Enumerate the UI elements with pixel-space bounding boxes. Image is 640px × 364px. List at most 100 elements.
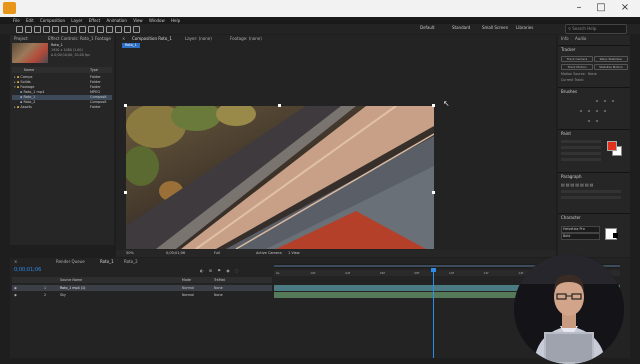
brush-tip[interactable] [604,110,606,112]
menu-view[interactable]: View [133,18,143,23]
maximize-icon[interactable]: □ [590,1,612,15]
selection-tool-icon[interactable] [16,26,23,33]
brush-tip[interactable] [588,110,590,112]
paint-flow-row[interactable] [561,146,601,149]
transform-handle[interactable] [432,191,435,194]
pan-behind-tool-icon[interactable] [61,26,68,33]
divider [558,45,630,46]
selected-item-name: Roto_1 [51,43,63,47]
hand-tool-icon[interactable] [25,26,32,33]
tab-info[interactable]: Info [561,36,569,41]
ruler-tick-label: 04f [345,271,351,275]
warp-stabilizer-button[interactable]: Warp Stabilizer [594,56,628,62]
eye-icon[interactable]: ◉ [14,292,17,298]
playhead[interactable] [433,270,434,358]
menu-effect[interactable]: Effect [89,18,101,23]
tab-footage[interactable]: Footage: (none) [230,36,262,41]
brush-tip[interactable] [588,120,590,122]
tab-timeline-roto-2[interactable]: Roto_2 [124,259,138,264]
magnification-dropdown[interactable]: 50% [126,250,134,257]
track-camera-button[interactable]: Track Camera [561,56,593,62]
camera-dropdown[interactable]: Active Camera [256,250,282,257]
clone-tool-icon[interactable] [106,26,113,33]
webcam-overlay [514,254,624,364]
menu-animation[interactable]: Animation [107,18,127,23]
timeline-switches-icons[interactable]: ◐ ⊞ ⚑ ◉ ◌ [200,268,241,273]
transform-handle[interactable] [124,191,127,194]
ruler-tick-label: 12f [483,271,489,275]
character-stroke-color-swatch[interactable] [613,233,618,238]
menu-help[interactable]: Help [171,18,180,23]
tab-audio[interactable]: Audio [575,36,586,41]
menu-window[interactable]: Window [149,18,165,23]
timeline-current-time[interactable]: 0;00;01;06 [14,267,41,273]
close-comp-tab-icon[interactable]: × [122,36,125,41]
comp-breadcrumb[interactable]: Roto_1 [122,43,140,48]
font-style-dropdown[interactable]: Bold [561,233,600,240]
list-item[interactable]: ▸ ▪ Assets Folder [12,105,112,110]
workspace-default[interactable]: Default [420,25,435,30]
type-tool-icon[interactable] [88,26,95,33]
close-timeline-tab-icon[interactable]: × [14,259,17,264]
transform-handle[interactable] [278,104,281,107]
menu-edit[interactable]: Edit [26,18,34,23]
menu-composition[interactable]: Composition [40,18,65,23]
resolution-dropdown[interactable]: Full [214,250,220,257]
menu-layer[interactable]: Layer [71,18,82,23]
puppet-tool-icon[interactable] [133,26,140,33]
rotate-tool-icon[interactable] [43,26,50,33]
tools-toolbar [0,24,640,34]
brush-tip[interactable] [612,100,614,102]
viewer-timecode[interactable]: 0;00;01;06 [166,250,185,257]
paragraph-spacing-row[interactable] [561,196,621,199]
paint-opacity-row[interactable] [561,140,601,143]
tab-project[interactable]: Project [14,36,28,41]
track-motion-button[interactable]: Track Motion [561,64,593,70]
workspace-small-screen[interactable]: Small Screen [482,25,508,30]
workspace-libraries[interactable]: Libraries [516,25,533,30]
pen-tool-icon[interactable] [79,26,86,33]
menu-bar: File Edit Composition Layer Effect Anima… [0,17,640,24]
motion-source-dropdown[interactable]: None [588,72,597,76]
tab-render-queue[interactable]: Render Queue [56,259,85,264]
paragraph-indent-row[interactable] [561,190,621,193]
transform-handle[interactable] [432,104,435,107]
brush-tip[interactable] [596,100,598,102]
tab-timeline-roto-1[interactable]: Roto_1 [100,259,114,264]
workspace-standard[interactable]: Standard [452,25,470,30]
eye-icon[interactable]: ◉ [14,285,17,291]
paint-channels-row[interactable] [561,158,601,161]
brush-tool-icon[interactable] [97,26,104,33]
stabilize-motion-button[interactable]: Stabilize Motion [594,64,628,70]
brush-tip[interactable] [604,100,606,102]
tab-layer[interactable]: Layer: (none) [185,36,212,41]
tab-composition[interactable]: Composition Roto_1 [132,36,172,41]
window-titlebar [0,0,640,17]
playhead-handle[interactable] [431,268,436,272]
zoom-tool-icon[interactable] [34,26,41,33]
close-icon[interactable]: × [614,1,636,15]
table-row[interactable]: ◉ 1 Roto_1 mp4 (1) Normal None [12,285,272,291]
brush-tip[interactable] [596,110,598,112]
footage-frame[interactable] [126,106,434,249]
minimize-icon[interactable]: – [568,1,590,15]
menu-file[interactable]: File [13,18,20,23]
brush-tip[interactable] [580,110,582,112]
tab-effect-controls[interactable]: Effect Controls: Roto_1 Footage [48,36,111,41]
table-row[interactable]: ◉ 2 Sky Normal None [12,292,272,298]
font-family-dropdown[interactable]: Helvetica Pro [561,226,600,233]
paragraph-align-buttons[interactable]: ▤▤▤▤▤▤▤ [561,182,594,187]
camera-tool-icon[interactable] [52,26,59,33]
ruler-tick-label: 14f [518,271,524,275]
eraser-tool-icon[interactable] [115,26,122,33]
paint-foreground-color-swatch[interactable] [607,141,617,151]
view-layout-dropdown[interactable]: 1 View [288,250,300,257]
search-help-input[interactable]: ⚲ Search Help [565,24,627,34]
mask-tool-icon[interactable] [70,26,77,33]
ruler-tick-label: 06f [379,271,385,275]
brush-tip[interactable] [596,120,598,122]
roto-brush-tool-icon[interactable] [124,26,131,33]
transform-handle[interactable] [124,104,127,107]
paint-mode-row[interactable] [561,152,601,155]
aerial-footage-image [126,106,434,249]
